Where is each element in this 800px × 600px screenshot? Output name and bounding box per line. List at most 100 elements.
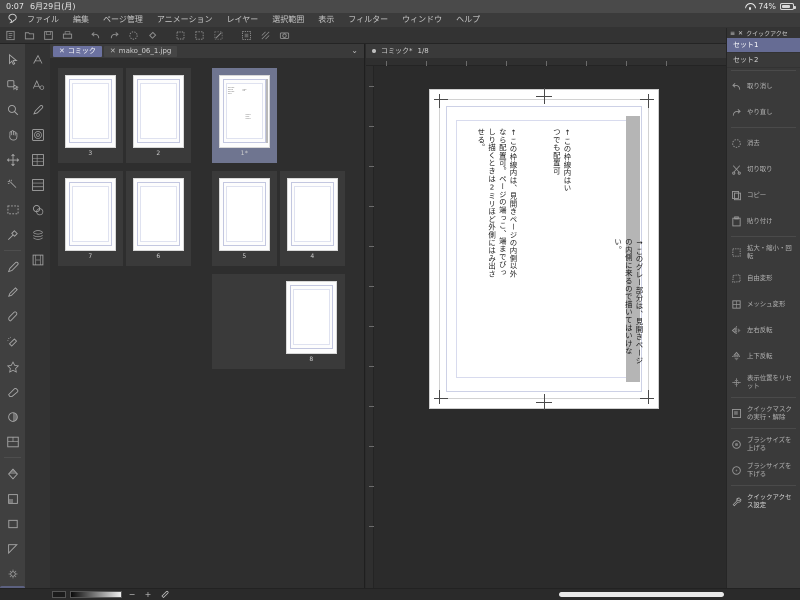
comic-page-canvas[interactable]: ↑この枠線内は、見開きページの内側以外なら配置可。ページの端っこ、端までびっしり… — [430, 90, 658, 408]
undo-icon[interactable] — [87, 28, 104, 43]
quick-flip-horizontal[interactable]: 左右反転 — [727, 317, 800, 343]
quick-mask[interactable]: クイックマスクの実行・解除 — [727, 400, 800, 426]
delete-icon[interactable] — [125, 28, 142, 43]
horizontal-ruler[interactable] — [366, 58, 726, 66]
tool-brush[interactable] — [0, 304, 25, 329]
clip-studio-logo-icon[interactable] — [4, 13, 20, 27]
tool-balloon[interactable] — [0, 561, 25, 586]
save-icon[interactable] — [40, 28, 57, 43]
quick-brush-size-up[interactable]: ブラシサイズを上げる — [727, 431, 800, 457]
page-cell-6[interactable]: 6 — [126, 171, 191, 266]
note-inner-frame[interactable]: ↑この枠線内は、見開きページの内側以外なら配置可。ページの端っこ、端までびっしり… — [475, 128, 518, 278]
tool-move[interactable] — [0, 147, 25, 172]
subtool-layer-list-icon[interactable] — [25, 172, 50, 197]
quick-access-settings[interactable]: クイックアクセス設定 — [727, 488, 800, 514]
tool-ruler[interactable] — [0, 536, 25, 561]
print-icon[interactable] — [59, 28, 76, 43]
quick-copy[interactable]: コピー — [727, 182, 800, 208]
menu-layer[interactable]: レイヤー — [220, 13, 266, 27]
tool-eyedropper[interactable] — [0, 222, 25, 247]
canvas-tab-label[interactable]: コミック* — [381, 46, 413, 56]
minus-button[interactable]: − — [126, 590, 138, 599]
tool-airbrush[interactable] — [0, 329, 25, 354]
tab-comic[interactable]: ✕ コミック — [53, 46, 102, 57]
vertical-ruler[interactable] — [366, 66, 374, 588]
quick-flip-vertical[interactable]: 上下反転 — [727, 343, 800, 369]
menu-window[interactable]: ウィンドウ — [395, 13, 449, 27]
gradient-bar-icon[interactable] — [70, 591, 122, 598]
tool-hand[interactable] — [0, 122, 25, 147]
new-file-icon[interactable] — [2, 28, 19, 43]
note-gray-area[interactable]: →このグレー部分は、見開きページの内側に来るので描いてはいけない。 — [612, 238, 644, 368]
page-cell-8[interactable]: 8 — [212, 274, 345, 369]
plus-button[interactable]: + — [142, 590, 154, 599]
brush-small-icon[interactable] — [158, 589, 170, 600]
page-cell-3[interactable]: 3 — [58, 68, 123, 163]
subtool-balloon-tail-icon[interactable] — [25, 97, 50, 122]
tool-figure[interactable] — [0, 511, 25, 536]
tool-zoom[interactable] — [0, 97, 25, 122]
tool-pencil[interactable] — [0, 279, 25, 304]
quick-set-1[interactable]: セット1 — [727, 38, 800, 53]
tool-auto-select[interactable] — [0, 172, 25, 197]
menu-help[interactable]: ヘルプ — [449, 13, 487, 27]
camera-icon[interactable] — [276, 28, 293, 43]
close-icon[interactable]: ✕ — [738, 30, 743, 37]
page-cell-1[interactable]: ≡≡≡≡≡≡≡≡≡≡≡≡≡≡≡≡≡ ≡≡≡≡≡ ≡≡≡≡≡≡≡≡≡≡≡ 1* — [212, 68, 277, 163]
menu-animation[interactable]: アニメーション — [150, 13, 220, 27]
quick-paste[interactable]: 貼り付け — [727, 208, 800, 234]
menu-page-management[interactable]: ページ管理 — [96, 13, 150, 27]
quick-set-2[interactable]: セット2 — [727, 53, 800, 68]
menu-selection[interactable]: 選択範囲 — [265, 13, 311, 27]
tab-mako-06-1[interactable]: ✕ mako_06_1.jpg — [104, 46, 178, 57]
open-folder-icon[interactable] — [21, 28, 38, 43]
quick-scale-rotate[interactable]: 拡大・縮小・回転 — [727, 239, 800, 265]
invert-selection-icon[interactable] — [238, 28, 255, 43]
tool-decoration[interactable] — [0, 354, 25, 379]
quick-brush-size-down[interactable]: ブラシサイズを下げる — [727, 457, 800, 483]
expand-selection-icon[interactable] — [257, 28, 274, 43]
note-always-ok[interactable]: ↑この枠線内はいつでも配置可 — [551, 128, 572, 194]
subtool-sub-view-icon[interactable] — [25, 197, 50, 222]
canvas-area[interactable]: ↑この枠線内は、見開きページの内側以外なら配置可。ページの端っこ、端までびっしり… — [374, 66, 726, 588]
subtool-layer-stack-icon[interactable] — [25, 222, 50, 247]
subtool-timeline-icon[interactable] — [25, 247, 50, 272]
quick-free-transform[interactable]: 自由変形 — [727, 265, 800, 291]
tool-paint-bucket-icon[interactable] — [0, 486, 25, 511]
tool-operation[interactable] — [0, 47, 25, 72]
close-icon[interactable]: ✕ — [110, 47, 116, 55]
quick-cut[interactable]: 切り取り — [727, 156, 800, 182]
quick-mesh-transform[interactable]: メッシュ変形 — [727, 291, 800, 317]
color-swatch-icon[interactable] — [52, 591, 66, 598]
menu-edit[interactable]: 編集 — [66, 13, 96, 27]
subtool-layer-property-icon[interactable] — [25, 147, 50, 172]
quick-reset-view[interactable]: 表示位置をリセット — [727, 369, 800, 395]
close-icon[interactable]: ✕ — [59, 47, 65, 55]
quick-undo[interactable]: 取り消し — [727, 73, 800, 99]
subtool-font-A-icon[interactable] — [25, 72, 50, 97]
subtool-text-edit-icon[interactable] — [25, 47, 50, 72]
tool-pen[interactable] — [0, 254, 25, 279]
deselect-icon[interactable] — [210, 28, 227, 43]
fill-icon[interactable] — [144, 28, 161, 43]
tool-gradient[interactable] — [0, 461, 25, 486]
chevron-down-icon[interactable]: ⌄ — [351, 46, 358, 56]
page-cell-4[interactable]: 4 — [280, 171, 345, 266]
tool-blend[interactable] — [0, 404, 25, 429]
tool-move-layer[interactable] — [0, 72, 25, 97]
hamburger-icon[interactable]: ≡ — [730, 30, 735, 37]
select-all-icon[interactable] — [191, 28, 208, 43]
subtool-material-icon[interactable] — [25, 122, 50, 147]
menu-view[interactable]: 表示 — [311, 13, 341, 27]
tool-selection-area[interactable] — [0, 197, 25, 222]
menu-file[interactable]: ファイル — [20, 13, 66, 27]
tool-eraser[interactable] — [0, 379, 25, 404]
quick-erase[interactable]: 消去 — [727, 130, 800, 156]
page-cell-5[interactable]: 5 — [212, 171, 277, 266]
horizontal-scrollbar[interactable] — [559, 592, 724, 597]
tool-frame-border[interactable] — [0, 429, 25, 454]
scale-rotate-icon[interactable] — [172, 28, 189, 43]
page-cell-2[interactable]: 2 — [126, 68, 191, 163]
menu-filter[interactable]: フィルター — [341, 13, 395, 27]
redo-icon[interactable] — [106, 28, 123, 43]
